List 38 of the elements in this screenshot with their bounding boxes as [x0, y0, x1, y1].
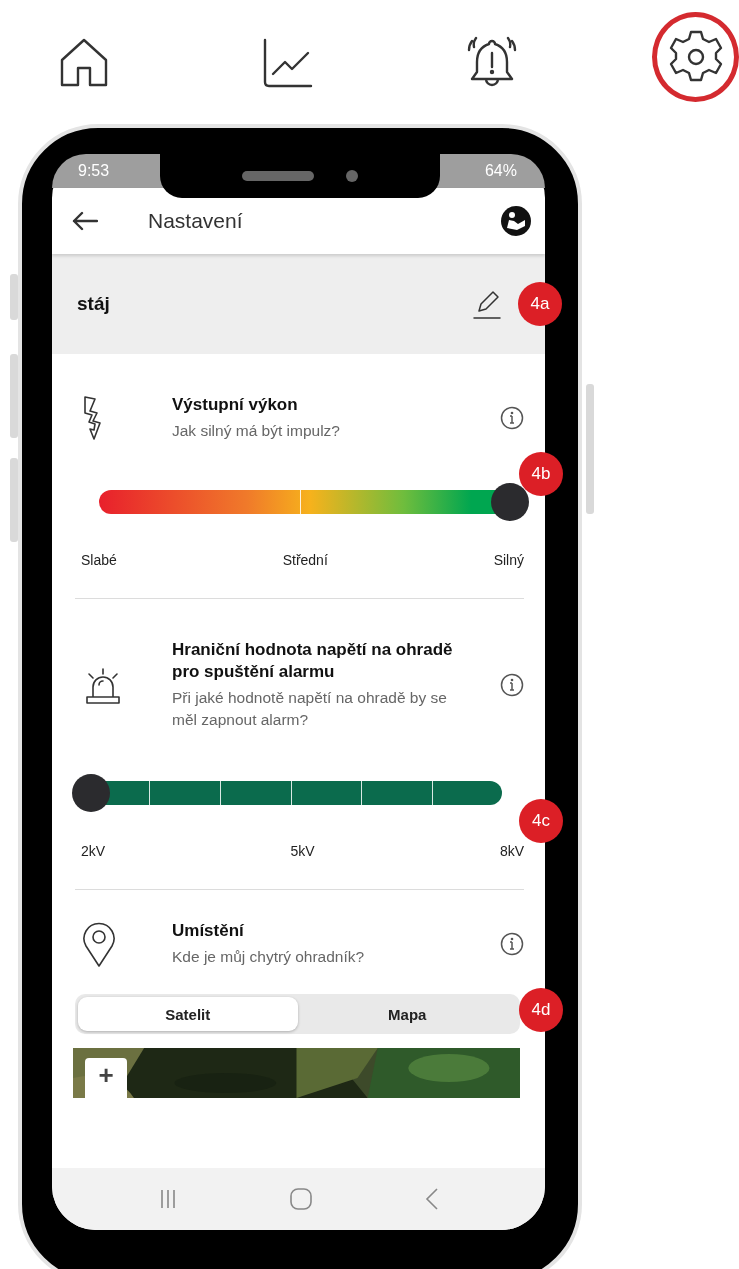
view-tab[interactable]: Satelit — [78, 997, 298, 1031]
home-button-icon[interactable] — [289, 1188, 312, 1210]
slider-label: Střední — [282, 552, 328, 568]
zoom-in-button[interactable]: + — [85, 1058, 127, 1098]
slider-thumb[interactable] — [491, 483, 529, 521]
view-tab[interactable]: Mapa — [297, 997, 517, 1031]
setting-description: Kde je můj chytrý ohradník? — [172, 947, 366, 967]
callout-badge: 4d — [519, 988, 563, 1032]
slider-label: Slabé — [81, 552, 117, 568]
setting-title: Umístění — [172, 920, 245, 942]
info-icon[interactable] — [500, 406, 524, 430]
screen-title: Nastavení — [148, 209, 244, 233]
edit-icon[interactable] — [473, 289, 501, 319]
callout-badge: 4a — [518, 282, 562, 326]
setting-description: Jak silný má být impulz? — [172, 421, 341, 441]
location-pin-icon — [81, 920, 117, 968]
setting-title: Hraniční hodnota napětí na ohradě pro spuštění alarmu — [172, 639, 454, 683]
camera-icon — [346, 170, 358, 182]
chart-icon — [261, 38, 314, 88]
battery-percent: 64% — [484, 162, 517, 180]
slider-label: 2kV — [81, 843, 106, 859]
status-time: 9:53 — [78, 162, 110, 180]
slider-label: 8kV — [499, 843, 524, 859]
slider-label: 5kV — [290, 843, 315, 859]
setting-title: Výstupní výkon — [172, 394, 299, 416]
device-name: stáj — [77, 293, 111, 315]
callout-badge: 4b — [519, 452, 563, 496]
slider-label: Silný — [493, 552, 524, 568]
speaker-icon — [242, 171, 314, 181]
back-icon[interactable] — [424, 1188, 439, 1210]
info-icon[interactable] — [500, 932, 524, 956]
manual-icon[interactable] — [501, 206, 531, 236]
nav-tab[interactable] — [652, 12, 739, 102]
info-icon[interactable] — [500, 673, 524, 697]
callout-badge: 4c — [519, 799, 563, 843]
setting-description: Při jaké hodnotě napětí na ohradě by se měl zapnout alarm? — [172, 688, 448, 730]
back-arrow-icon[interactable] — [72, 211, 98, 231]
slider-thumb[interactable] — [72, 774, 110, 812]
